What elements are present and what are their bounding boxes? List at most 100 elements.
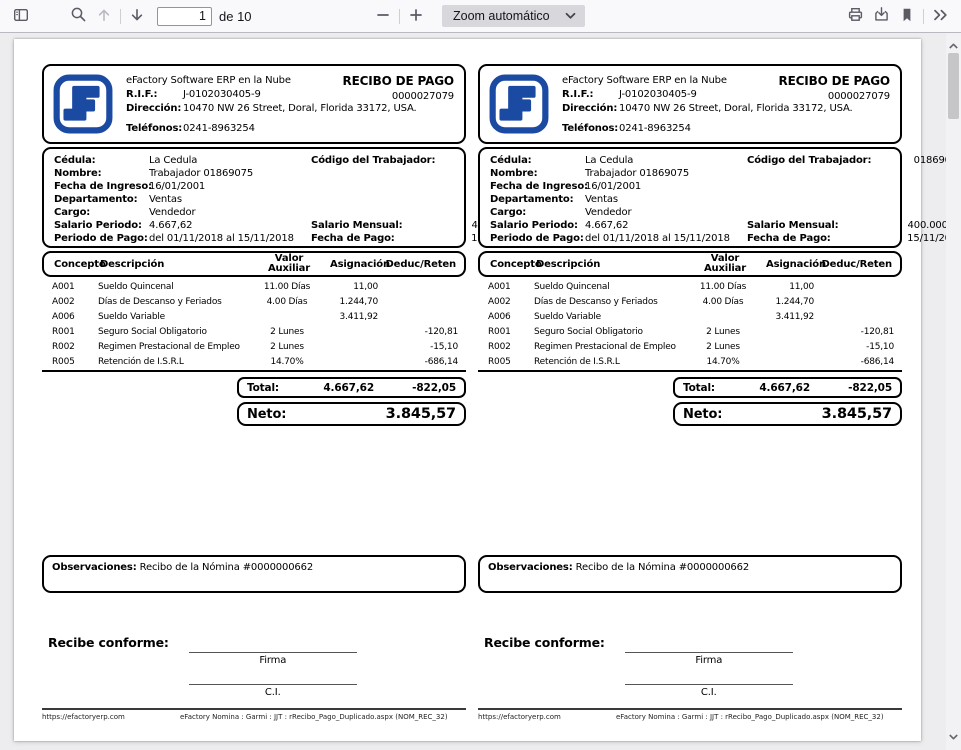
employee-info-box: Cédula: La Cedula Código del Trabajador:… xyxy=(478,147,902,248)
table-row: A006 Sueldo Variable 3.411,92 xyxy=(42,309,466,324)
concept-code: R005 xyxy=(52,357,98,367)
pay-period-label: Periodo de Pago: xyxy=(54,232,149,245)
table-row: A002 Días de Descanso y Feriados 4.00 Dí… xyxy=(478,294,902,309)
table-row: R001 Seguro Social Obligatorio 2 Lunes -… xyxy=(478,324,902,339)
observations-box: Observaciones: Recibo de la Nómina #0000… xyxy=(478,555,902,593)
zoom-select[interactable]: Zoom automático xyxy=(442,5,585,27)
toolbar-left-group: de 10 xyxy=(8,0,252,32)
concept-code: A006 xyxy=(52,312,98,322)
neto-label: Neto: xyxy=(247,407,286,422)
table-row: R002 Regimen Prestacional de Empleo 2 Lu… xyxy=(42,339,466,354)
concept-aux: 14.70% xyxy=(246,357,328,367)
plus-icon xyxy=(408,7,424,26)
concept-aux: 2 Lunes xyxy=(682,327,764,337)
concept-asig: 3.411,92 xyxy=(764,312,814,322)
concept-aux: 2 Lunes xyxy=(682,342,764,352)
neto-label: Neto: xyxy=(683,407,722,422)
print-button[interactable] xyxy=(842,3,868,29)
zoom-out-button[interactable] xyxy=(370,3,396,29)
address-value: 10470 NW 26 Street, Doral, Florida 33172… xyxy=(183,102,417,116)
concept-desc: Sueldo Quincenal xyxy=(98,282,246,292)
concept-code: A001 xyxy=(488,282,534,292)
rif-label: R.I.F.: xyxy=(562,88,619,102)
concept-desc: Días de Descanso y Feriados xyxy=(534,297,682,307)
sidebar-toggle-button[interactable] xyxy=(8,3,34,29)
pdf-page: eFactory Software ERP en la Nube R.I.F.:… xyxy=(14,39,921,741)
cedula-label: Cédula: xyxy=(54,154,149,167)
concept-deduc: -120,81 xyxy=(378,327,458,337)
arrow-down-icon xyxy=(129,7,145,26)
concept-code: A006 xyxy=(488,312,534,322)
zoom-in-button[interactable] xyxy=(403,3,429,29)
total-asignacion: 4.667,62 xyxy=(738,382,810,394)
chevron-down-icon[interactable] xyxy=(948,728,959,746)
neto-box: Neto: 3.845,57 xyxy=(237,402,466,426)
toolbar-zoom-group: Zoom automático xyxy=(370,0,585,32)
concept-desc: Días de Descanso y Feriados xyxy=(98,297,246,307)
concept-desc: Sueldo Quincenal xyxy=(534,282,682,292)
concept-desc: Seguro Social Obligatorio xyxy=(534,327,682,337)
concept-aux: 11.00 Días xyxy=(246,282,328,292)
neto-box: Neto: 3.845,57 xyxy=(673,402,902,426)
rif-value: J-0102030405-9 xyxy=(183,88,261,102)
download-button[interactable] xyxy=(868,3,894,29)
concept-asig: 3.411,92 xyxy=(328,312,378,322)
recibe-conforme-label: Recibe conforme: xyxy=(42,635,169,698)
receipt-header: eFactory Software ERP en la Nube R.I.F.:… xyxy=(42,64,466,144)
separator xyxy=(120,9,121,24)
concept-aux: 4.00 Días xyxy=(246,297,328,307)
col-concepto: Concepto xyxy=(490,259,536,270)
vertical-scrollbar[interactable] xyxy=(946,33,961,750)
download-icon xyxy=(873,6,890,26)
position-value: Vendedor xyxy=(149,206,311,219)
ci-caption: C.I. xyxy=(189,687,357,698)
pay-period-value: del 01/11/2018 al 15/11/2018 xyxy=(149,232,311,245)
page-number-input[interactable] xyxy=(157,7,212,26)
monthly-salary-label: Salario Mensual: xyxy=(747,219,871,232)
period-salary-label: Salario Periodo: xyxy=(490,219,585,232)
hire-date-value: 16/01/2001 xyxy=(149,180,311,193)
doc-title: RECIBO DE PAGO xyxy=(342,74,454,88)
employee-info-box: Cédula: La Cedula Código del Trabajador:… xyxy=(42,147,466,248)
bookmark-button[interactable] xyxy=(894,3,920,29)
concept-aux: 2 Lunes xyxy=(246,342,328,352)
scrollbar-thumb[interactable] xyxy=(948,53,959,119)
pay-period-value: del 01/11/2018 al 15/11/2018 xyxy=(585,232,747,245)
concept-aux: 2 Lunes xyxy=(246,327,328,337)
search-button[interactable] xyxy=(65,3,91,29)
firma-line xyxy=(189,652,357,653)
ci-line xyxy=(189,684,357,685)
cedula-value: La Cedula xyxy=(149,154,311,167)
observations-text: Recibo de la Nómina #0000000662 xyxy=(576,562,749,573)
phones-value: 0241-8963254 xyxy=(183,122,255,136)
table-row: A006 Sueldo Variable 3.411,92 xyxy=(478,309,902,324)
doc-title-block: RECIBO DE PAGO 0000027079 xyxy=(342,74,454,102)
concepts-table-body: A001 Sueldo Quincenal 11.00 Días 11,00 A… xyxy=(478,279,902,369)
address-label: Dirección: xyxy=(562,102,619,116)
next-page-button[interactable] xyxy=(124,3,150,29)
previous-page-button[interactable] xyxy=(91,3,117,29)
concept-code: A002 xyxy=(52,297,98,307)
concept-code: R005 xyxy=(488,357,534,367)
efactory-f-logo-icon xyxy=(52,73,114,135)
concept-deduc: -686,14 xyxy=(814,357,894,367)
department-value: Ventas xyxy=(149,193,311,206)
concept-desc: Seguro Social Obligatorio xyxy=(98,327,246,337)
efactory-f-logo-icon xyxy=(488,73,550,135)
observations-label: Observaciones: xyxy=(52,562,137,573)
concept-aux: 11.00 Días xyxy=(682,282,764,292)
concept-desc: Retención de I.S.R.L xyxy=(534,357,682,367)
concept-desc: Retención de I.S.R.L xyxy=(98,357,246,367)
ci-caption: C.I. xyxy=(625,687,793,698)
neto-value: 3.845,57 xyxy=(386,406,456,422)
arrow-up-icon xyxy=(96,7,112,26)
phones-label: Teléfonos: xyxy=(126,122,183,136)
department-label: Departamento: xyxy=(490,193,585,206)
sidebar-toggle-icon xyxy=(13,7,29,26)
concept-desc: Sueldo Variable xyxy=(534,312,682,322)
name-value: Trabajador 01869075 xyxy=(585,167,747,180)
double-chevron-icon xyxy=(932,7,949,26)
toolbar-right-group xyxy=(842,0,953,32)
more-tools-button[interactable] xyxy=(927,3,953,29)
concepts-table-header: Concepto Descripción Valor Auxiliar Asig… xyxy=(42,251,466,277)
